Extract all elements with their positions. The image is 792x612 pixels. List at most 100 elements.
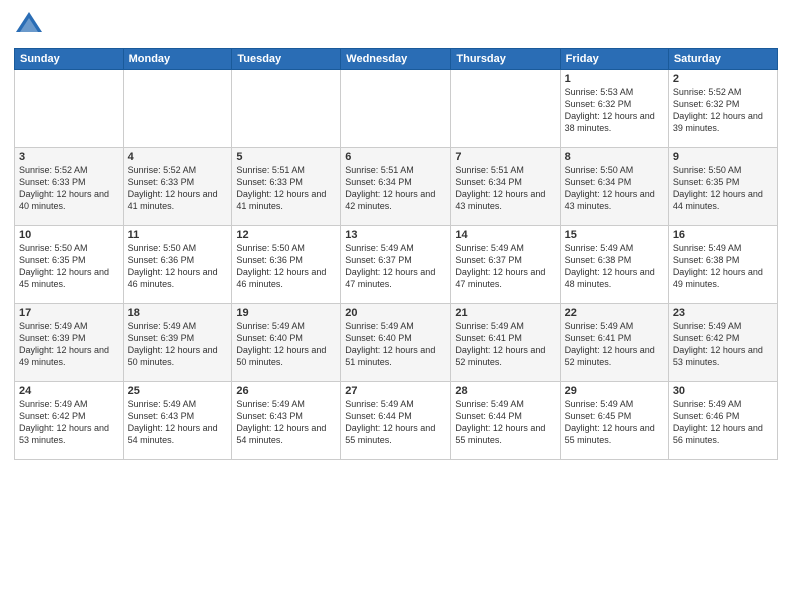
calendar-cell: 2Sunrise: 5:52 AM Sunset: 6:32 PM Daylig…: [668, 70, 777, 148]
calendar-cell: [15, 70, 124, 148]
day-number: 2: [673, 73, 773, 85]
calendar-cell: 3Sunrise: 5:52 AM Sunset: 6:33 PM Daylig…: [15, 148, 124, 226]
calendar-cell: 4Sunrise: 5:52 AM Sunset: 6:33 PM Daylig…: [123, 148, 232, 226]
calendar-week-row: 3Sunrise: 5:52 AM Sunset: 6:33 PM Daylig…: [15, 148, 778, 226]
day-info: Sunrise: 5:49 AM Sunset: 6:40 PM Dayligh…: [345, 320, 446, 369]
calendar-week-row: 24Sunrise: 5:49 AM Sunset: 6:42 PM Dayli…: [15, 382, 778, 460]
day-info: Sunrise: 5:49 AM Sunset: 6:41 PM Dayligh…: [565, 320, 664, 369]
day-number: 28: [455, 385, 555, 397]
calendar-cell: 6Sunrise: 5:51 AM Sunset: 6:34 PM Daylig…: [341, 148, 451, 226]
weekday-header: Tuesday: [232, 49, 341, 70]
day-number: 20: [345, 307, 446, 319]
day-number: 10: [19, 229, 119, 241]
calendar-week-row: 1Sunrise: 5:53 AM Sunset: 6:32 PM Daylig…: [15, 70, 778, 148]
weekday-header: Wednesday: [341, 49, 451, 70]
day-info: Sunrise: 5:49 AM Sunset: 6:38 PM Dayligh…: [565, 242, 664, 291]
day-info: Sunrise: 5:49 AM Sunset: 6:41 PM Dayligh…: [455, 320, 555, 369]
day-number: 19: [236, 307, 336, 319]
day-number: 13: [345, 229, 446, 241]
day-number: 1: [565, 73, 664, 85]
calendar-week-row: 10Sunrise: 5:50 AM Sunset: 6:35 PM Dayli…: [15, 226, 778, 304]
day-info: Sunrise: 5:49 AM Sunset: 6:46 PM Dayligh…: [673, 398, 773, 447]
weekday-header: Sunday: [15, 49, 124, 70]
day-info: Sunrise: 5:49 AM Sunset: 6:40 PM Dayligh…: [236, 320, 336, 369]
calendar-cell: 18Sunrise: 5:49 AM Sunset: 6:39 PM Dayli…: [123, 304, 232, 382]
calendar-cell: 17Sunrise: 5:49 AM Sunset: 6:39 PM Dayli…: [15, 304, 124, 382]
day-info: Sunrise: 5:52 AM Sunset: 6:32 PM Dayligh…: [673, 86, 773, 135]
logo: [14, 10, 48, 40]
calendar-cell: 11Sunrise: 5:50 AM Sunset: 6:36 PM Dayli…: [123, 226, 232, 304]
day-number: 18: [128, 307, 228, 319]
day-info: Sunrise: 5:50 AM Sunset: 6:35 PM Dayligh…: [19, 242, 119, 291]
page: SundayMondayTuesdayWednesdayThursdayFrid…: [0, 0, 792, 612]
logo-icon: [14, 10, 44, 40]
weekday-header: Saturday: [668, 49, 777, 70]
day-info: Sunrise: 5:49 AM Sunset: 6:43 PM Dayligh…: [128, 398, 228, 447]
day-info: Sunrise: 5:49 AM Sunset: 6:39 PM Dayligh…: [19, 320, 119, 369]
day-number: 27: [345, 385, 446, 397]
day-info: Sunrise: 5:50 AM Sunset: 6:36 PM Dayligh…: [236, 242, 336, 291]
day-number: 17: [19, 307, 119, 319]
day-info: Sunrise: 5:51 AM Sunset: 6:34 PM Dayligh…: [455, 164, 555, 213]
day-info: Sunrise: 5:52 AM Sunset: 6:33 PM Dayligh…: [128, 164, 228, 213]
day-info: Sunrise: 5:49 AM Sunset: 6:42 PM Dayligh…: [19, 398, 119, 447]
day-number: 16: [673, 229, 773, 241]
calendar-cell: 1Sunrise: 5:53 AM Sunset: 6:32 PM Daylig…: [560, 70, 668, 148]
day-info: Sunrise: 5:52 AM Sunset: 6:33 PM Dayligh…: [19, 164, 119, 213]
day-info: Sunrise: 5:49 AM Sunset: 6:45 PM Dayligh…: [565, 398, 664, 447]
calendar-cell: 24Sunrise: 5:49 AM Sunset: 6:42 PM Dayli…: [15, 382, 124, 460]
day-number: 7: [455, 151, 555, 163]
calendar-cell: 16Sunrise: 5:49 AM Sunset: 6:38 PM Dayli…: [668, 226, 777, 304]
day-info: Sunrise: 5:49 AM Sunset: 6:39 PM Dayligh…: [128, 320, 228, 369]
calendar-cell: 9Sunrise: 5:50 AM Sunset: 6:35 PM Daylig…: [668, 148, 777, 226]
day-number: 15: [565, 229, 664, 241]
day-info: Sunrise: 5:50 AM Sunset: 6:36 PM Dayligh…: [128, 242, 228, 291]
calendar-cell: 25Sunrise: 5:49 AM Sunset: 6:43 PM Dayli…: [123, 382, 232, 460]
calendar-cell: 27Sunrise: 5:49 AM Sunset: 6:44 PM Dayli…: [341, 382, 451, 460]
day-info: Sunrise: 5:49 AM Sunset: 6:37 PM Dayligh…: [345, 242, 446, 291]
calendar-cell: 21Sunrise: 5:49 AM Sunset: 6:41 PM Dayli…: [451, 304, 560, 382]
calendar-cell: 10Sunrise: 5:50 AM Sunset: 6:35 PM Dayli…: [15, 226, 124, 304]
day-number: 21: [455, 307, 555, 319]
weekday-header: Friday: [560, 49, 668, 70]
weekday-header: Thursday: [451, 49, 560, 70]
calendar-cell: 14Sunrise: 5:49 AM Sunset: 6:37 PM Dayli…: [451, 226, 560, 304]
calendar-cell: [123, 70, 232, 148]
day-info: Sunrise: 5:49 AM Sunset: 6:42 PM Dayligh…: [673, 320, 773, 369]
calendar-cell: 20Sunrise: 5:49 AM Sunset: 6:40 PM Dayli…: [341, 304, 451, 382]
calendar-cell: 7Sunrise: 5:51 AM Sunset: 6:34 PM Daylig…: [451, 148, 560, 226]
day-number: 29: [565, 385, 664, 397]
day-number: 12: [236, 229, 336, 241]
calendar-cell: [232, 70, 341, 148]
calendar-cell: 12Sunrise: 5:50 AM Sunset: 6:36 PM Dayli…: [232, 226, 341, 304]
day-number: 26: [236, 385, 336, 397]
calendar-cell: 29Sunrise: 5:49 AM Sunset: 6:45 PM Dayli…: [560, 382, 668, 460]
day-info: Sunrise: 5:51 AM Sunset: 6:33 PM Dayligh…: [236, 164, 336, 213]
day-info: Sunrise: 5:49 AM Sunset: 6:43 PM Dayligh…: [236, 398, 336, 447]
calendar-week-row: 17Sunrise: 5:49 AM Sunset: 6:39 PM Dayli…: [15, 304, 778, 382]
day-number: 5: [236, 151, 336, 163]
calendar-cell: 23Sunrise: 5:49 AM Sunset: 6:42 PM Dayli…: [668, 304, 777, 382]
day-number: 14: [455, 229, 555, 241]
day-number: 8: [565, 151, 664, 163]
calendar-cell: [451, 70, 560, 148]
calendar-cell: 19Sunrise: 5:49 AM Sunset: 6:40 PM Dayli…: [232, 304, 341, 382]
header: [14, 10, 778, 40]
day-info: Sunrise: 5:49 AM Sunset: 6:44 PM Dayligh…: [345, 398, 446, 447]
calendar-table: SundayMondayTuesdayWednesdayThursdayFrid…: [14, 48, 778, 460]
calendar-cell: 13Sunrise: 5:49 AM Sunset: 6:37 PM Dayli…: [341, 226, 451, 304]
calendar-cell: 22Sunrise: 5:49 AM Sunset: 6:41 PM Dayli…: [560, 304, 668, 382]
calendar-cell: 15Sunrise: 5:49 AM Sunset: 6:38 PM Dayli…: [560, 226, 668, 304]
day-number: 3: [19, 151, 119, 163]
calendar-cell: 30Sunrise: 5:49 AM Sunset: 6:46 PM Dayli…: [668, 382, 777, 460]
day-number: 6: [345, 151, 446, 163]
day-number: 4: [128, 151, 228, 163]
day-info: Sunrise: 5:50 AM Sunset: 6:34 PM Dayligh…: [565, 164, 664, 213]
day-number: 23: [673, 307, 773, 319]
day-info: Sunrise: 5:51 AM Sunset: 6:34 PM Dayligh…: [345, 164, 446, 213]
day-info: Sunrise: 5:49 AM Sunset: 6:38 PM Dayligh…: [673, 242, 773, 291]
calendar-cell: 26Sunrise: 5:49 AM Sunset: 6:43 PM Dayli…: [232, 382, 341, 460]
day-number: 25: [128, 385, 228, 397]
calendar-cell: [341, 70, 451, 148]
day-info: Sunrise: 5:49 AM Sunset: 6:37 PM Dayligh…: [455, 242, 555, 291]
